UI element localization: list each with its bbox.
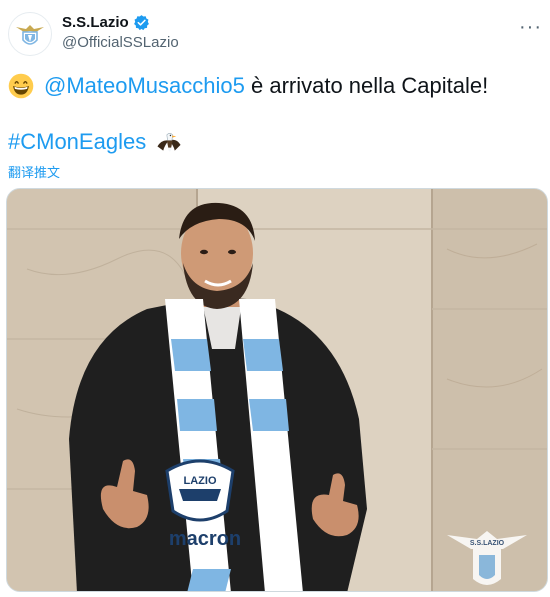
tweet-hashtag-line: #CMonEagles <box>8 128 182 156</box>
verified-badge-icon <box>133 15 149 31</box>
user-info: S.S.Lazio @OfficialSSLazio <box>62 14 179 51</box>
player-with-lazio-scarf-photo: LAZIO macron S.S.LAZIO <box>7 189 547 591</box>
mention-link[interactable]: @MateoMusacchio5 <box>44 72 245 100</box>
avatar[interactable] <box>8 12 52 56</box>
tweet-text-line: @MateoMusacchio5 è arrivato nella Capita… <box>8 72 488 100</box>
hashtag-link[interactable]: #CMonEagles <box>8 128 146 156</box>
watermark-text: S.S.LAZIO <box>470 540 505 547</box>
scarf-badge-text: LAZIO <box>184 475 217 487</box>
user-handle[interactable]: @OfficialSSLazio <box>62 34 179 51</box>
tweet-text: è arrivato nella Capitale! <box>244 73 489 98</box>
tweet-media-photo[interactable]: LAZIO macron S.S.LAZIO <box>6 188 548 592</box>
eagle-emoji-icon <box>157 133 181 152</box>
grinning-face-emoji-icon <box>8 73 34 99</box>
translate-tweet-link[interactable]: 翻译推文 <box>8 162 60 181</box>
lazio-eagle-crest-icon <box>16 25 44 45</box>
more-options-icon[interactable]: ··· <box>519 16 542 39</box>
tweet-card: S.S.Lazio @OfficialSSLazio ··· @MateoMus… <box>0 0 550 597</box>
tweet-header: S.S.Lazio @OfficialSSLazio ··· <box>6 10 544 60</box>
display-name[interactable]: S.S.Lazio <box>62 14 129 31</box>
scarf-sponsor-text: macron <box>169 528 241 550</box>
